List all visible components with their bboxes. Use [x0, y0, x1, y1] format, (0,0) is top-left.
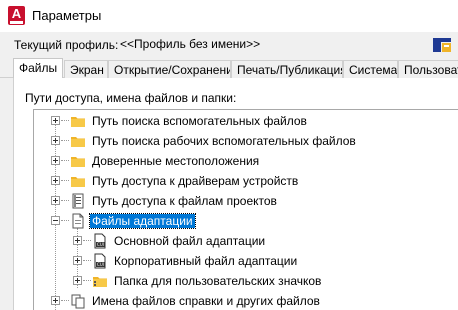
- files-tab-panel: Пути доступа, имена файлов и папки: Путь…: [13, 78, 458, 310]
- tree-item-project-files-path[interactable]: Путь доступа к файлам проектов: [34, 191, 458, 211]
- selected-tree-label: Файлы адаптации: [89, 213, 196, 229]
- drawing-profile-icon: [433, 38, 451, 52]
- expand-plus-icon[interactable]: [73, 236, 82, 245]
- folder-icon: [71, 117, 85, 127]
- cui-file-icon: CUI: [94, 233, 106, 249]
- expand-plus-icon[interactable]: [51, 116, 60, 125]
- options-tabs: Файлы Экран Открытие/Сохранение Печать/П…: [0, 58, 458, 79]
- expand-plus-icon[interactable]: [73, 276, 82, 285]
- tree-item-help-files[interactable]: Имена файлов справки и других файлов: [34, 291, 458, 310]
- svg-text:CUI: CUI: [97, 242, 104, 247]
- tab-open-save[interactable]: Открытие/Сохранение: [108, 60, 231, 78]
- folder-icon: [71, 137, 85, 147]
- current-profile-label: Текущий профиль:: [14, 38, 119, 52]
- search-paths-tree[interactable]: Путь поиска вспомогательных файлов Путь …: [33, 109, 458, 310]
- expand-plus-icon[interactable]: [51, 176, 60, 185]
- folder-icon: [71, 157, 85, 167]
- cui-file-icon: CUI: [94, 253, 106, 269]
- folder-icon: [71, 177, 85, 187]
- paths-label: Пути доступа, имена файлов и папки:: [25, 91, 237, 105]
- app-icon-letter: A: [11, 6, 22, 21]
- help-files-icon: [71, 294, 85, 309]
- tree-item-main-cui[interactable]: CUI Основной файл адаптации: [34, 231, 458, 251]
- tab-display[interactable]: Экран: [64, 60, 108, 78]
- expand-plus-icon[interactable]: [51, 196, 60, 205]
- autocad-app-icon[interactable]: A: [8, 6, 25, 25]
- svg-text:CUI: CUI: [97, 262, 104, 267]
- tree-item-enterprise-cui[interactable]: CUI Корпоративный файл адаптации: [34, 251, 458, 271]
- tab-system[interactable]: Система: [343, 60, 398, 78]
- profile-row: Текущий профиль: <<Профиль без имени>>: [0, 32, 458, 58]
- tree-item-trusted-locations[interactable]: Доверенные местоположения: [34, 151, 458, 171]
- expand-plus-icon[interactable]: [51, 136, 60, 145]
- tree-item-support-path[interactable]: Путь поиска вспомогательных файлов: [34, 111, 458, 131]
- document-icon: [72, 213, 84, 229]
- expand-plus-icon[interactable]: [73, 256, 82, 265]
- project-files-icon: [72, 193, 84, 209]
- tree-item-device-driver-path[interactable]: Путь доступа к драйверам устройств: [34, 171, 458, 191]
- tree-item-custom-icons-folder[interactable]: Папка для пользовательских значков: [34, 271, 458, 291]
- collapse-minus-icon[interactable]: [51, 216, 60, 225]
- window-title: Параметры: [32, 8, 102, 23]
- tab-files[interactable]: Файлы: [13, 58, 63, 79]
- current-profile-value: <<Профиль без имени>>: [120, 37, 261, 51]
- tree-item-customization-files[interactable]: Файлы адаптации: [34, 211, 458, 231]
- tab-user-preferences[interactable]: Пользовательские: [398, 60, 458, 78]
- folder-icon: [93, 277, 107, 287]
- expand-plus-icon[interactable]: [51, 156, 60, 165]
- expand-plus-icon[interactable]: [51, 296, 60, 305]
- title-bar: A Параметры: [0, 0, 458, 32]
- tree-item-working-support-path[interactable]: Путь поиска рабочих вспомогательных файл…: [34, 131, 458, 151]
- tab-plot-publish[interactable]: Печать/Публикация: [231, 60, 343, 78]
